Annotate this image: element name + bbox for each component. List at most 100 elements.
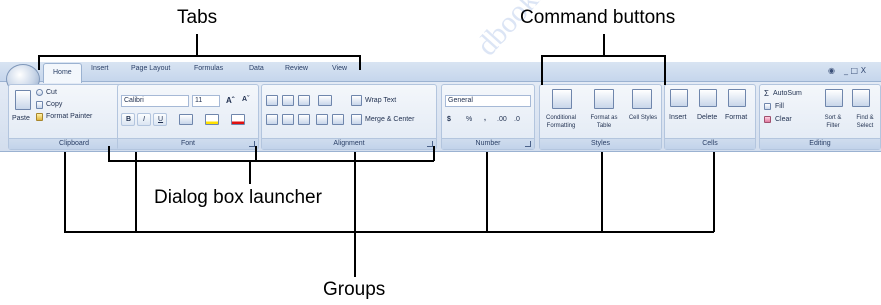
format-as-table-button[interactable]: Format as Table: [585, 114, 623, 130]
paste-icon[interactable]: [15, 90, 31, 110]
decrease-decimal-button[interactable]: .0: [514, 116, 520, 123]
align-top-icon[interactable]: [266, 95, 278, 106]
tabs-bracket-right: [359, 55, 361, 70]
tabs-bracket-line: [38, 55, 360, 57]
format-painter-button[interactable]: Format Painter: [46, 113, 92, 120]
copy-button[interactable]: Copy: [46, 101, 62, 108]
find-select-button[interactable]: Find & Select: [849, 114, 881, 130]
shrink-font-button[interactable]: Aˇ: [242, 96, 249, 103]
underline-label: U: [158, 116, 164, 123]
wrap-text-icon: [351, 95, 362, 106]
groups-bracket-font: [135, 152, 137, 232]
tab-formulas[interactable]: Formulas: [194, 65, 223, 72]
percent-button[interactable]: %: [466, 116, 472, 123]
tabs-bracket-left: [38, 55, 40, 70]
command-buttons-bracket-left: [541, 55, 543, 85]
scissors-icon: [36, 89, 43, 96]
command-buttons-pointer-line: [603, 34, 605, 56]
groups-bracket-number: [486, 152, 488, 232]
groups-callout: Groups: [323, 279, 386, 300]
align-left-icon[interactable]: [266, 114, 278, 125]
bold-label: B: [126, 116, 132, 123]
groups-bracket-clipboard: [64, 152, 66, 232]
insert-cells-button[interactable]: Insert: [669, 114, 687, 121]
number-format-box[interactable]: General: [445, 95, 531, 107]
launcher-bracket-left: [108, 146, 110, 161]
underline-button[interactable]: U: [153, 113, 167, 126]
group-label-editing: Editing: [760, 138, 880, 149]
align-middle-icon[interactable]: [282, 95, 294, 106]
insert-cells-icon[interactable]: [670, 89, 688, 107]
groups-bracket-alignment: [354, 152, 356, 277]
command-buttons-bracket-right: [664, 55, 666, 85]
format-painter-icon: [36, 113, 43, 121]
font-size-value: 11: [195, 97, 203, 104]
align-right-icon[interactable]: [298, 114, 310, 125]
cell-styles-icon[interactable]: [632, 89, 652, 109]
tab-insert[interactable]: Insert: [91, 65, 109, 72]
font-size-box[interactable]: 11: [192, 95, 220, 107]
fill-color-icon[interactable]: [205, 114, 219, 125]
font-name-box[interactable]: Calibri: [121, 95, 189, 107]
comma-button[interactable]: ,: [484, 115, 486, 122]
clear-button[interactable]: Clear: [775, 116, 792, 123]
merge-center-icon: [351, 114, 362, 125]
conditional-formatting-icon[interactable]: [552, 89, 572, 109]
format-cells-button[interactable]: Format: [725, 114, 747, 121]
tab-view[interactable]: View: [332, 65, 347, 72]
cut-button[interactable]: Cut: [46, 89, 57, 96]
copy-icon: [36, 101, 43, 109]
delete-cells-icon[interactable]: [699, 89, 717, 107]
help-icon[interactable]: ◉: [828, 66, 835, 75]
italic-label: I: [143, 116, 145, 123]
decrease-indent-icon[interactable]: [316, 114, 328, 125]
group-label-cells: Cells: [665, 138, 755, 149]
merge-center-button[interactable]: Merge & Center: [365, 116, 414, 123]
launcher-bracket-line: [108, 160, 434, 162]
cell-styles-button[interactable]: Cell Styles: [627, 114, 659, 122]
format-as-table-icon[interactable]: [594, 89, 614, 109]
group-number: Number: [441, 84, 535, 150]
eraser-icon: [764, 116, 771, 123]
sort-filter-icon[interactable]: [825, 89, 843, 107]
number-format-value: General: [448, 97, 473, 104]
command-buttons-bracket-line: [541, 55, 665, 57]
increase-decimal-button[interactable]: .00: [497, 116, 507, 123]
font-color-icon[interactable]: [231, 114, 245, 125]
groups-bracket-styles: [601, 152, 603, 232]
groups-bracket-cells: [713, 152, 715, 232]
increase-indent-icon[interactable]: [332, 114, 344, 125]
fill-button[interactable]: Fill: [775, 103, 784, 110]
autosum-button[interactable]: AutoSum: [773, 90, 802, 97]
conditional-formatting-button[interactable]: Conditional Formatting: [542, 114, 580, 130]
binoculars-icon[interactable]: [852, 89, 870, 107]
align-center-icon[interactable]: [282, 114, 294, 125]
delete-cells-button[interactable]: Delete: [697, 114, 717, 121]
grow-font-button[interactable]: Aˆ: [226, 96, 234, 105]
borders-icon[interactable]: [179, 114, 193, 125]
align-bottom-icon[interactable]: [298, 95, 310, 106]
tabs-pointer-line: [196, 34, 198, 56]
group-label-alignment: Alignment: [262, 138, 436, 149]
groups-bracket-line: [64, 231, 714, 233]
number-dialog-launcher-icon[interactable]: [525, 141, 531, 147]
paste-button[interactable]: Paste: [12, 115, 30, 122]
fill-icon: [764, 103, 771, 110]
autosum-icon: Σ: [764, 89, 769, 98]
tab-data[interactable]: Data: [249, 65, 264, 72]
launcher-bracket-right: [433, 146, 435, 161]
group-label-styles: Styles: [540, 138, 661, 149]
tab-review[interactable]: Review: [285, 65, 308, 72]
dialog-launcher-callout: Dialog box launcher: [154, 187, 322, 208]
format-cells-icon[interactable]: [728, 89, 746, 107]
bold-button[interactable]: B: [121, 113, 135, 126]
tab-home[interactable]: Home: [43, 63, 82, 83]
sort-filter-button[interactable]: Sort & Filter: [818, 114, 848, 130]
wrap-text-button[interactable]: Wrap Text: [365, 97, 396, 104]
command-buttons-callout: Command buttons: [520, 7, 676, 28]
window-controls[interactable]: _ □ X: [844, 66, 866, 75]
orientation-icon[interactable]: [318, 95, 332, 106]
tab-page-layout[interactable]: Page Layout: [131, 65, 170, 72]
italic-button[interactable]: I: [137, 113, 151, 126]
currency-button[interactable]: $: [447, 116, 451, 123]
